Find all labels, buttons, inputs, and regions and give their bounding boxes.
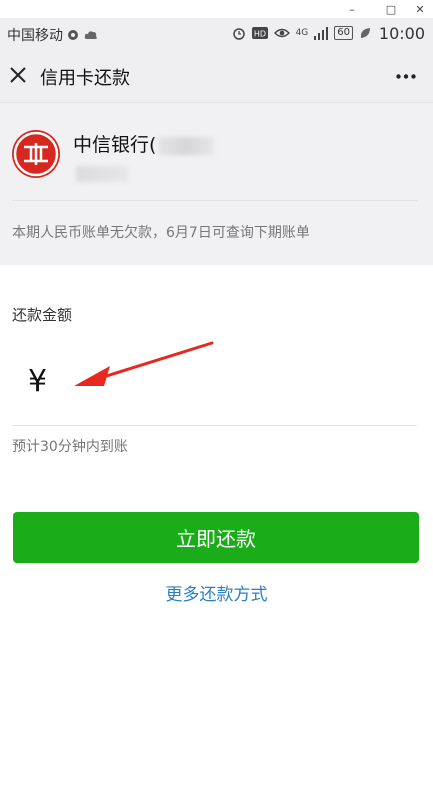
arrival-estimate: 预计30分钟内到账 [12,439,128,455]
status-time: 10:00 [378,24,425,43]
window-titlebar: – □ ✕ [0,0,433,18]
more-methods-label: 更多还款方式 [165,585,268,605]
notification-icon [68,30,79,40]
masked-card-number [158,137,214,155]
masked-card-holder [76,166,128,182]
bank-name: 中信银行( [73,134,157,156]
eye-icon [273,28,290,38]
amount-divider [12,425,417,426]
status-icons: HD 4G 60 [232,26,371,40]
minimize-icon: – [349,2,355,16]
cloud-icon [84,31,97,39]
bill-status-text: 本期人民币账单无欠款，6月7日可查询下期账单 [12,225,310,241]
carrier-label: 中国移动 [7,25,98,45]
network-type: 4G [295,28,309,38]
pay-now-label: 立即还款 [176,527,256,551]
svg-text:HD: HD [253,30,265,39]
minimize-button[interactable]: – [339,0,365,18]
alarm-icon [232,28,245,40]
close-icon[interactable] [10,67,26,83]
currency-symbol: ¥ [28,364,48,399]
page-title: 信用卡还款 [40,68,130,89]
maximize-icon: □ [385,2,397,16]
leaf-icon [360,28,370,38]
more-payment-methods-link[interactable]: 更多还款方式 [0,580,433,605]
amount-label: 还款金额 [12,306,73,324]
pay-now-button[interactable]: 立即还款 [13,512,419,563]
close-window-button[interactable]: ✕ [407,0,433,18]
app-header: 信用卡还款 [0,50,433,103]
bank-logo [12,130,60,178]
citic-logo-icon [13,131,59,177]
hd-icon: HD [251,27,268,39]
maximize-button[interactable]: □ [378,0,404,18]
battery-indicator: 60 [334,26,353,40]
divider [12,200,417,201]
close-window-icon: ✕ [415,2,425,16]
status-bar: 中国移动 HD 4G 60 10:00 [0,18,433,50]
annotation-arrow [74,341,214,386]
more-options-icon[interactable] [396,74,416,79]
signal-icon [314,27,329,40]
